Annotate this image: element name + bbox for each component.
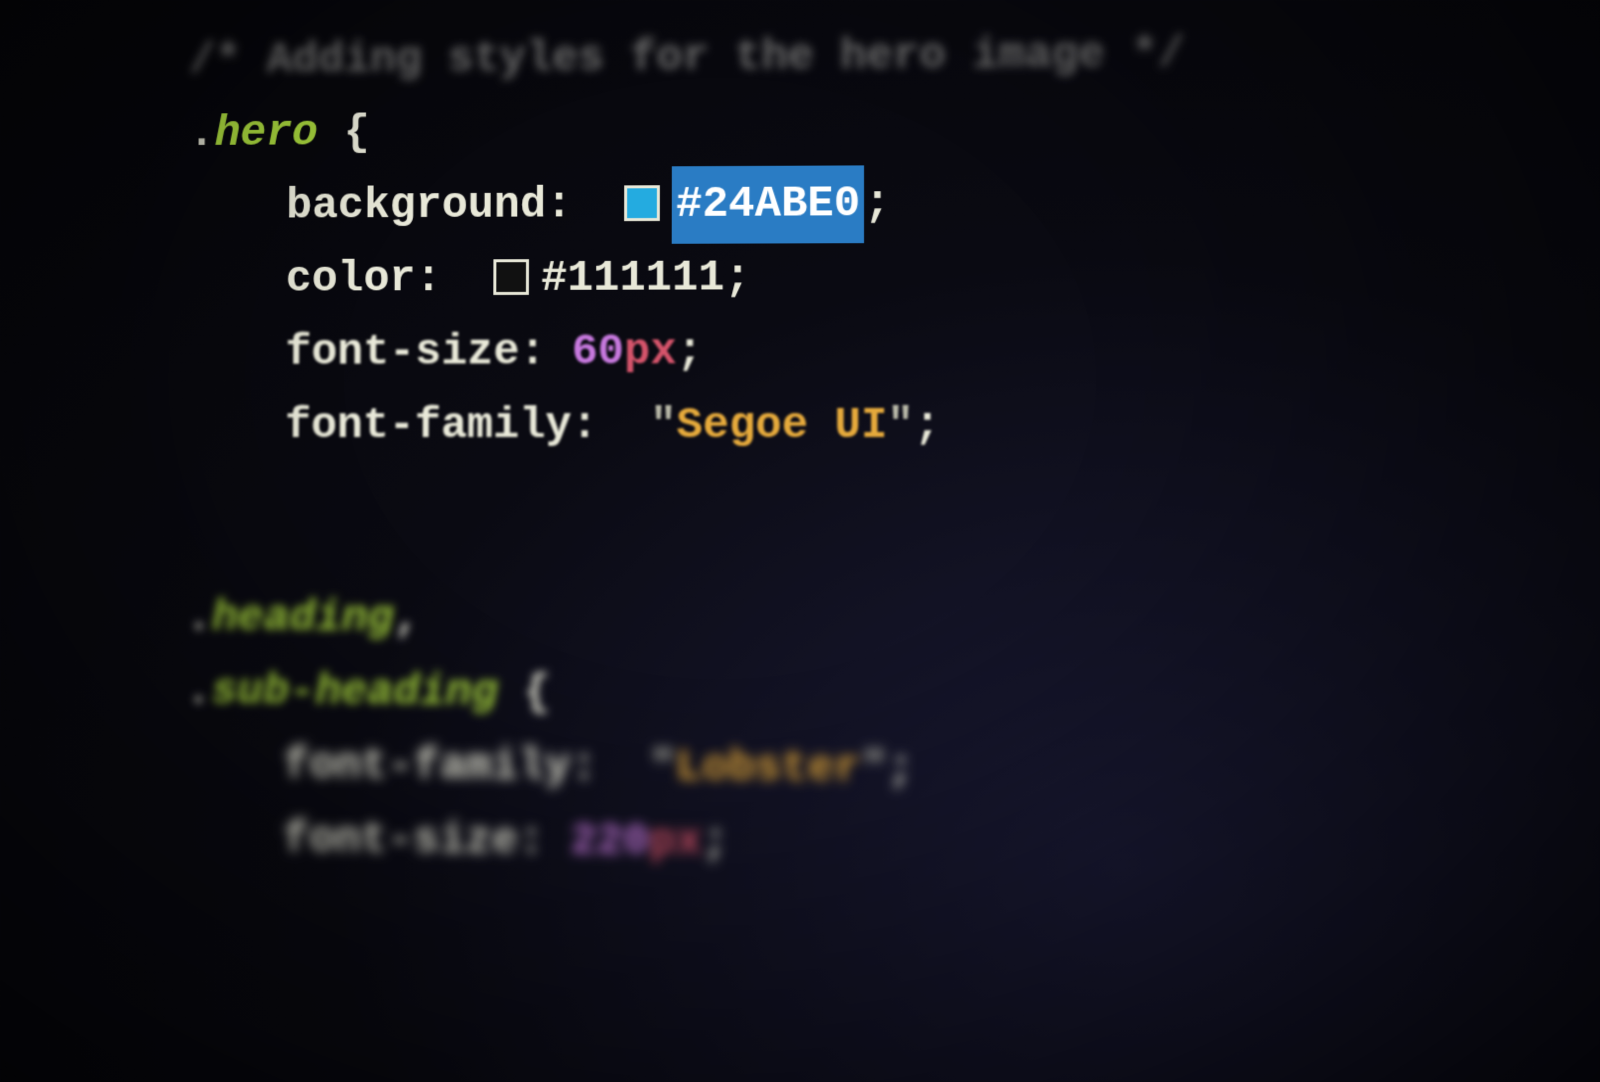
quote: " xyxy=(861,732,888,807)
comma: , xyxy=(393,582,419,657)
unit-px: px xyxy=(624,315,677,390)
property-background: background xyxy=(286,169,546,244)
selector-hero: hero xyxy=(214,97,318,171)
property-color: color xyxy=(286,242,416,316)
declaration-background[interactable]: background: #24ABE0; xyxy=(188,165,1600,243)
number-value: 60 xyxy=(572,315,625,389)
quote: " xyxy=(887,389,914,464)
blank-lines xyxy=(186,523,1600,586)
selector-line-hero[interactable]: .hero { xyxy=(189,90,1600,169)
property-font-size: font-size xyxy=(283,802,518,878)
color-swatch-icon[interactable] xyxy=(624,185,660,221)
semicolon: ; xyxy=(887,732,914,808)
unit-px: px xyxy=(649,805,702,881)
property-font-size: font-size xyxy=(285,315,519,390)
selector-line-subheading[interactable]: .sub-heading { xyxy=(185,656,1600,735)
open-brace: { xyxy=(318,96,370,170)
selector-dot: . xyxy=(189,97,215,171)
colon: : xyxy=(546,168,572,242)
selector-dot: . xyxy=(186,581,212,655)
declaration-font-family[interactable]: font-family: "Segoe UI"; xyxy=(187,389,1600,462)
declaration-font-family-2[interactable]: font-family: "Lobster"; xyxy=(185,730,1600,811)
open-brace: { xyxy=(498,656,551,731)
quote: " xyxy=(650,389,676,464)
semicolon: ; xyxy=(702,805,729,880)
hex-value: #111111 xyxy=(541,241,725,316)
comment-text: /* Adding styles for the hero image */ xyxy=(189,17,1185,98)
color-swatch-icon[interactable] xyxy=(494,259,530,295)
selection-highlight[interactable]: #24ABE0 xyxy=(672,165,864,244)
selector-heading: heading xyxy=(212,581,394,656)
property-font-family: font-family xyxy=(285,389,572,463)
colon: : xyxy=(415,242,441,316)
declaration-font-size[interactable]: font-size: 60px; xyxy=(187,314,1600,388)
selector-line-heading[interactable]: .heading, xyxy=(186,583,1600,660)
semicolon: ; xyxy=(677,315,703,390)
property-font-family: font-family xyxy=(283,729,571,805)
colon: : xyxy=(571,389,597,464)
colon: : xyxy=(519,315,545,389)
blank-lines xyxy=(187,464,1600,526)
semicolon: ; xyxy=(864,167,890,242)
semicolon: ; xyxy=(724,241,750,316)
hex-value: #24ABE0 xyxy=(676,179,860,230)
string-value: Lobster xyxy=(676,731,861,807)
declaration-color[interactable]: color: #111111; xyxy=(188,240,1600,316)
string-value: Segoe UI xyxy=(676,389,887,464)
colon: : xyxy=(518,804,544,879)
semicolon: ; xyxy=(914,389,941,464)
quote: " xyxy=(649,731,675,806)
selector-dot: . xyxy=(185,655,211,729)
code-editor[interactable]: /* Adding styles for the hero image */ .… xyxy=(8,0,1600,886)
comment-line: /* Adding styles for the hero image */ xyxy=(189,16,1600,97)
colon: : xyxy=(571,730,597,805)
declaration-font-size-2[interactable]: font-size: 220px; xyxy=(184,803,1600,886)
number-value: 220 xyxy=(570,804,649,880)
selector-sub-heading: sub-heading xyxy=(211,655,498,731)
